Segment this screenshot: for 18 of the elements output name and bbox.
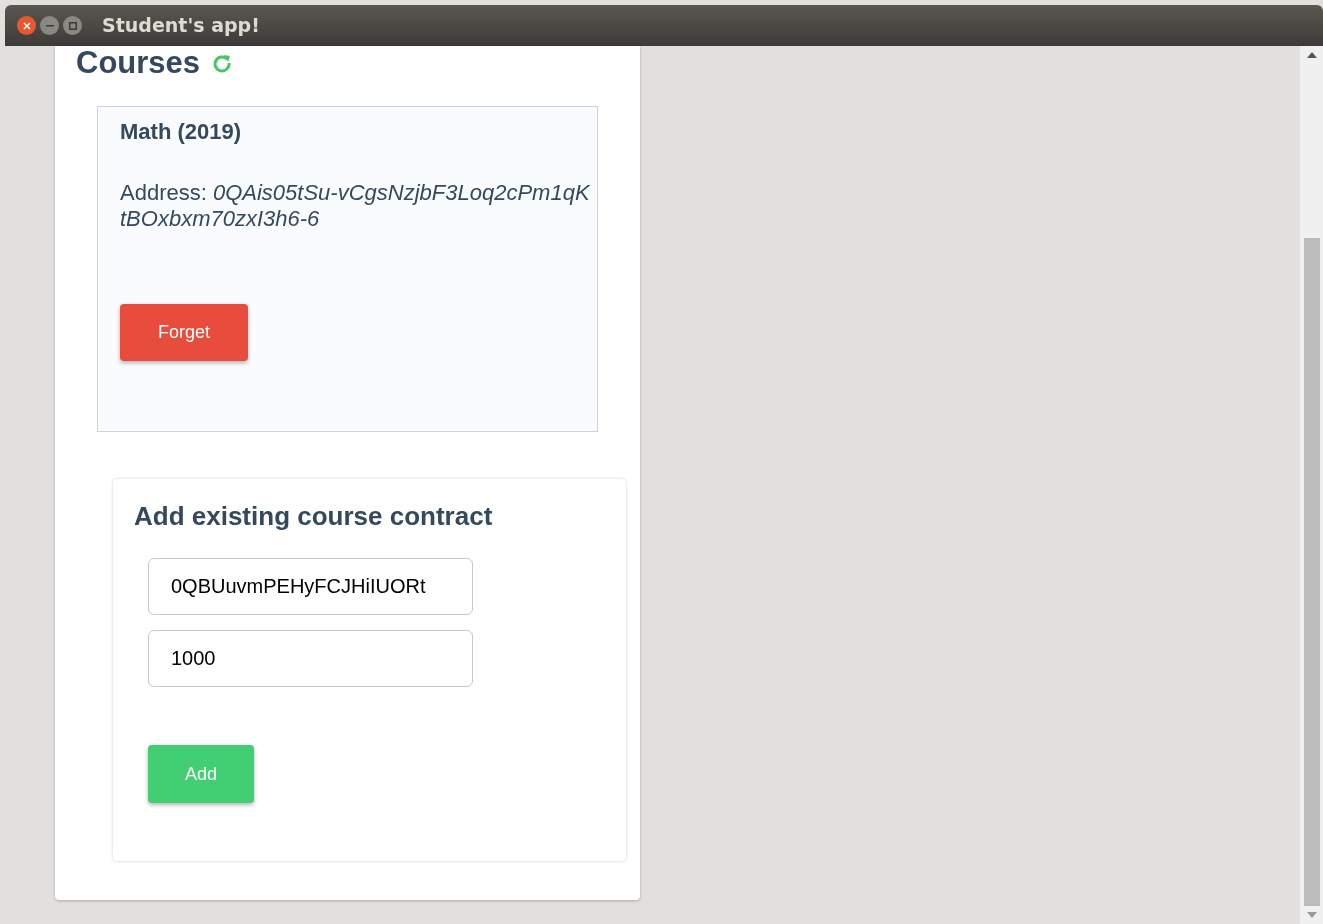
scrollbar[interactable] [1300,46,1323,924]
window-title: Student's app! [102,13,260,39]
refresh-icon[interactable] [212,52,233,73]
minimize-icon [45,24,54,27]
maximize-icon [68,21,77,30]
address-input[interactable]: 0QBUuvmPEHyFCJHiIUORt [148,558,473,615]
course-name: Math (2019) [120,118,243,146]
scroll-up-icon[interactable] [1306,52,1317,58]
scroll-down-icon[interactable] [1306,912,1317,918]
courses-heading: Courses [76,47,201,78]
close-icon [22,21,31,30]
course-address: Address: 0QAis05tSu-vCgsNzjbF3Loq2cPm1qKtBOxbxm70zxI3h6-6 [120,180,590,232]
forget-button[interactable]: Forget [120,304,248,361]
add-course-heading: Add existing course contract [134,500,494,533]
scrollbar-thumb[interactable] [1303,238,1320,906]
maximize-button[interactable] [63,16,82,35]
close-button[interactable] [17,16,36,35]
amount-input[interactable]: 1000 [148,630,473,687]
